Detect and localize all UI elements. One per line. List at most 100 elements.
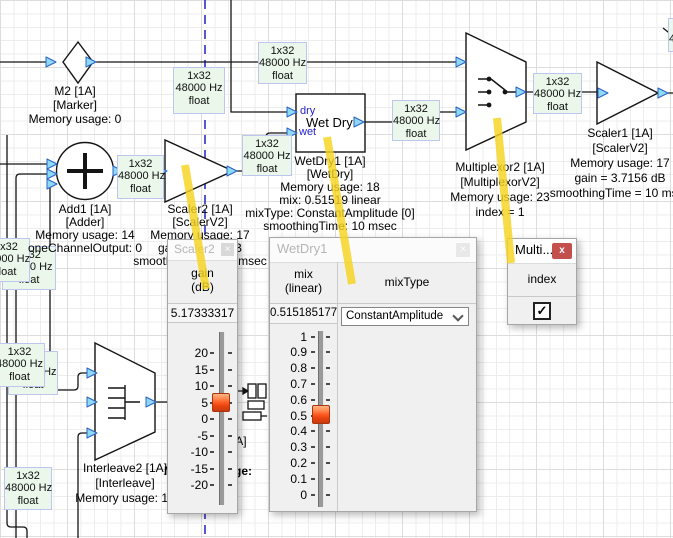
slider-tick-mark [326,367,330,369]
slider-tick-label: 0.9 [276,345,307,359]
slider-tick-label: 0 [276,488,307,502]
signal-type-line: 1x32 [393,103,439,115]
signal-type-line: float [0,371,44,383]
signal-type-line: 1x32 [174,70,224,82]
signal-type-line: float [393,128,439,140]
slider-tick-mark [311,336,315,338]
param-unit: (linear) [270,281,337,295]
slider-tick-mark [326,399,330,401]
slider-tick-label: 15 [172,363,208,377]
param-unit: (dB) [168,280,237,294]
index-param-header: index [508,263,576,297]
signal-type-label: 1x3248000 Hzfloat [4,467,52,510]
signal-type-line: 48000 Hz [174,82,224,94]
signal-type-line: 48000 Hz [0,253,29,265]
signal-type-label: 1x3248000 Hzfloat [668,18,673,52]
gain-param-header: gain (dB) [168,260,237,304]
slider-tick-label: 0.4 [276,424,307,438]
slider-tick-label: 0.3 [276,440,307,454]
slider-tick-mark [311,478,315,480]
index-checkbox[interactable]: ✓ [533,302,551,320]
multiplexor2-dialog-titlebar[interactable]: Multi... x [508,239,576,264]
signal-type-line: float [669,46,673,58]
slider-tick-mark [311,399,315,401]
slider-tick-mark [311,367,315,369]
slider-tick-label: -5 [172,429,208,443]
close-icon[interactable]: x [552,243,572,259]
slider-tick-mark [228,451,232,453]
mix-slider-handle[interactable] [312,405,330,424]
slider-tick-label: 0.6 [276,393,307,407]
gain-slider-handle[interactable] [212,393,230,412]
slider-tick-mark [228,385,232,387]
slider-tick-label: 10 [172,379,208,393]
caption-line: smoothingTime: 10 msec [240,220,420,233]
mixtype-dropdown[interactable]: ConstantAmplitude [341,307,469,326]
signal-type-label: 1x3248000 Hzfloat [173,67,225,114]
slider-tick-mark [326,430,330,432]
slider-tick-label: 0.1 [276,472,307,486]
signal-type-line: 1x32 [118,158,163,170]
signal-type-label: 1x3248000 Hzfloat [533,73,582,114]
slider-tick-mark [210,385,214,387]
slider-tick-label: 20 [172,346,208,360]
slider-tick-mark [210,451,214,453]
slider-tick-label: 1 [276,330,307,344]
signal-type-line: 1x32 [243,138,291,150]
slider-tick-mark [228,418,232,420]
scaler2-node-shape[interactable] [165,140,233,202]
caption-line: index = 1 [425,205,575,220]
slider-tick-label: 0.5 [276,409,307,423]
signal-type-label: 1x3248000 Hzfloat [258,42,307,84]
slider-tick-mark [311,383,315,385]
signal-type-label: 1x3248000 Hzfloat [117,155,164,199]
signal-type-line: float [534,101,581,113]
scaler2-dialog-title: Scaler2 [174,242,215,256]
slider-tick-mark [228,468,232,470]
slider-tick-label: 0.7 [276,377,307,391]
scaler2-dialog: Scaler2 × gain (dB) 5.17333317 20151050-… [167,239,238,514]
slider-tick-mark [228,352,232,354]
signal-type-line: float [118,183,163,195]
slider-tick-mark [326,336,330,338]
slider-tick-mark [228,369,232,371]
caption-line: [ScalerV2] [545,141,673,156]
slider-tick-mark [210,352,214,354]
signal-type-line: 1x32 [669,21,673,33]
caption-line: Memory usage: 0 [15,112,135,126]
signal-type-line: 48000 Hz [0,358,44,370]
slider-tick-mark [228,435,232,437]
wetdry-box-label: Wet Dry [306,115,353,130]
scaler2-dialog-titlebar[interactable]: Scaler2 × [168,240,237,261]
signal-type-line: 1x32 [0,346,44,358]
slider-tick-mark [326,494,330,496]
slider-tick-mark [326,446,330,448]
slider-tick-label: 0.8 [276,361,307,375]
close-icon[interactable]: × [456,243,470,257]
signal-type-line: 48000 Hz [534,88,581,100]
slider-tick-mark [311,430,315,432]
close-icon[interactable]: × [221,243,234,256]
signal-type-line: 48000 Hz [5,482,51,494]
signal-type-label: 1x3248000 Hzfloat [0,343,45,387]
mix-value: 0.515185177 [270,304,337,324]
slider-tick-label: 0.2 [276,456,307,470]
slider-tick-mark [228,484,232,486]
gain-value: 5.17333317 [168,304,237,323]
caption-line: gain = 3.7156 dB [545,171,673,186]
caption-line: M2 [1A] [15,84,135,98]
slider-tick-label: 5 [172,396,208,410]
slider-tick-mark [210,369,214,371]
gain-slider-track[interactable] [219,332,225,505]
wetdry1-dialog-titlebar[interactable]: WetDry1 × [270,238,476,263]
signal-type-line: 1x32 [259,45,306,57]
multiplexor2-dialog: Multi... x index ✓ [507,238,577,325]
patch-canvas[interactable]: 1x3248000 Hzfloat1x3248000 Hzfloat1x3248… [0,0,673,538]
slider-tick-mark [210,484,214,486]
slider-tick-label: -10 [172,445,208,459]
signal-type-line: float [5,495,51,507]
wetdry1-caption: WetDry1 [1A][WetDry]Memory usage: 18mix:… [240,155,420,233]
slider-tick-mark [326,383,330,385]
mix-param-header: mix (linear) [270,262,337,304]
m2-caption: M2 [1A][Marker]Memory usage: 0 [15,84,135,126]
